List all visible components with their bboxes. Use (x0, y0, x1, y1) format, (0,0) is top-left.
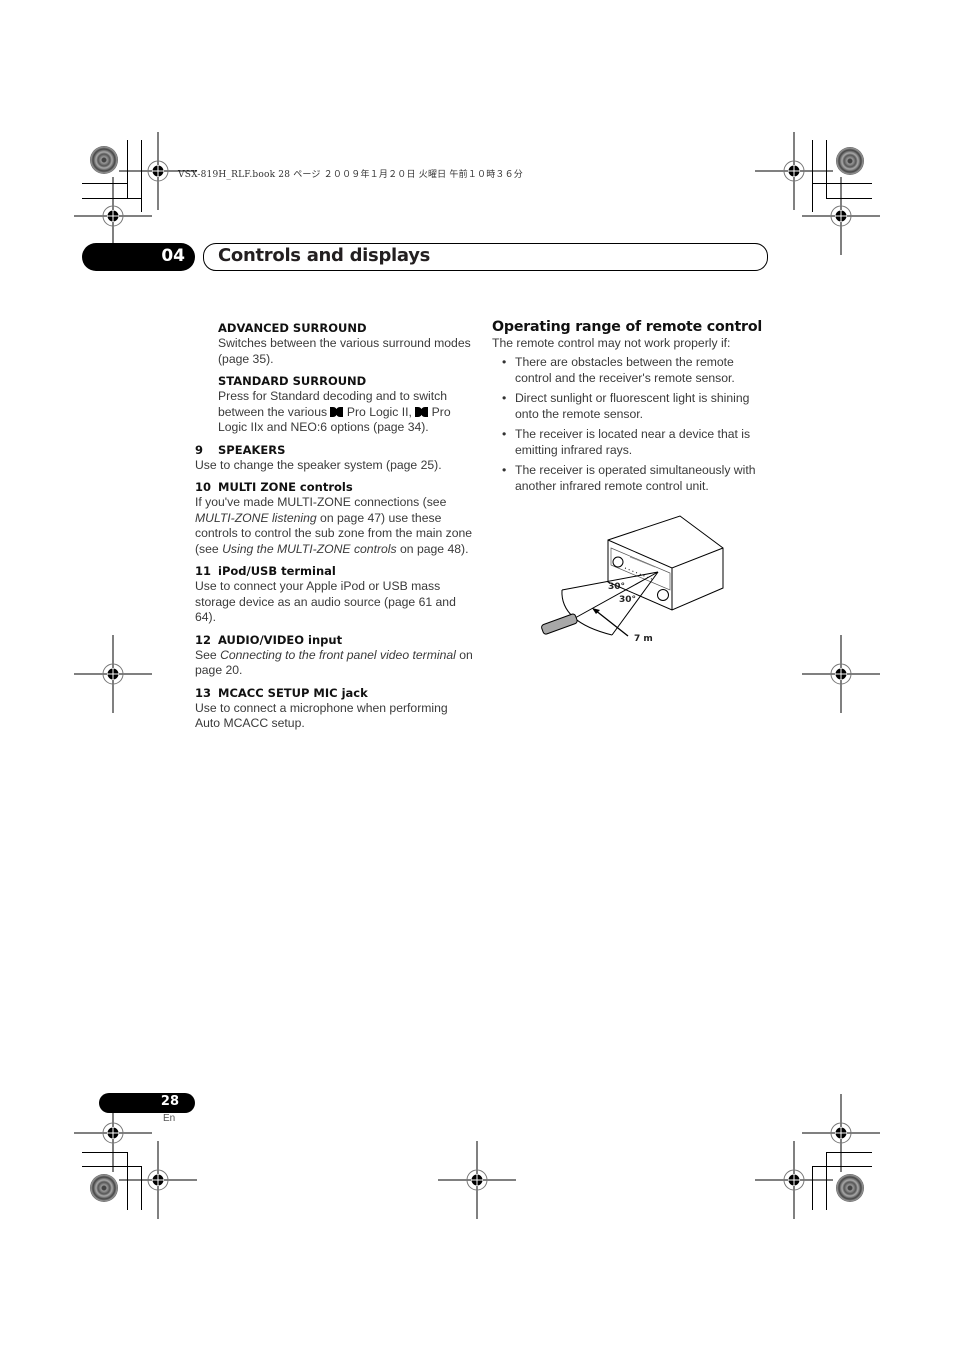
right-column: Operating range of remote control The re… (492, 319, 772, 499)
sub-item-heading: ADVANCED SURROUND (218, 321, 367, 335)
list-item: Direct sunlight or fluorescent light is … (492, 391, 772, 422)
item-speakers: 9 SPEAKERS Use to change the speaker syst… (195, 443, 473, 474)
chapter-title-box: Controls and displays (203, 243, 768, 271)
item-title: MCACC SETUP MIC jack (218, 685, 368, 700)
section-intro: The remote control may not work properly… (492, 335, 731, 350)
text-run: See (195, 647, 221, 662)
remote-range-figure: 30° 30° 7 m (530, 510, 730, 655)
item-number: 9 (195, 442, 204, 457)
item-heading: 9 SPEAKERS (195, 443, 473, 458)
item-number: 13 (195, 685, 212, 700)
registration-mark-icon (74, 635, 152, 713)
page-number: 28 (160, 1094, 179, 1109)
item-title: iPod/USB terminal (218, 564, 336, 578)
item-text: See Connecting to the front panel video … (195, 648, 473, 679)
text-run: Pro Logic II, (343, 404, 416, 419)
item-ipod-usb: 11 iPod/USB terminal Use to connect your … (195, 564, 473, 626)
registration-mark-icon (802, 1094, 880, 1172)
chapter-number-badge: 04 (82, 243, 195, 271)
chapter-number: 04 (161, 246, 185, 266)
cross-reference: MULTI-ZONE listening (195, 510, 317, 525)
list-item: There are obstacles between the remote c… (492, 355, 772, 386)
sub-item-text: Press for Standard decoding and to switc… (218, 389, 473, 436)
item-heading: 11 iPod/USB terminal (195, 564, 473, 579)
item-audio-video-input: 12 AUDIO/VIDEO input See Connecting to th… (195, 633, 473, 679)
item-text: If you've made MULTI-ZONE connections (s… (195, 495, 473, 557)
text-run: If you've made MULTI-ZONE connections (s… (195, 495, 447, 509)
item-multi-zone: 10 MULTI ZONE controls If you've made MUL… (195, 480, 473, 557)
cross-reference: Connecting to the front panel video term… (220, 647, 456, 662)
item-text: Use to change the speaker system (page 2… (195, 457, 442, 472)
sub-item-standard-surround: STANDARD SURROUND Press for Standard dec… (218, 374, 473, 436)
rosette-icon (90, 146, 118, 174)
text-run: on page 48). (396, 541, 469, 556)
item-title: AUDIO/VIDEO input (218, 632, 343, 647)
dolby-logo-icon (330, 406, 344, 417)
bullet-list: There are obstacles between the remote c… (492, 355, 772, 494)
rosette-icon (836, 1174, 864, 1202)
distance-label: 7 m (634, 634, 653, 644)
sub-item-heading: STANDARD SURROUND (218, 374, 367, 388)
item-text: Use to connect a microphone when perform… (195, 700, 448, 731)
list-item: The receiver is located near a device th… (492, 427, 772, 458)
registration-mark-icon (119, 1141, 197, 1219)
print-header: VSX-819H_RLF.book 28 ページ ２００９年１月２０日 火曜日 … (178, 170, 524, 180)
registration-mark-icon (802, 635, 880, 713)
left-column: ADVANCED SURROUND Switches between the v… (195, 321, 473, 739)
page-number-badge: 28 (99, 1093, 195, 1113)
item-title: SPEAKERS (218, 442, 286, 457)
section-title: Operating range of remote control (492, 319, 763, 335)
item-number: 11 (195, 564, 212, 578)
rosette-icon (836, 147, 864, 175)
cross-reference: Using the MULTI-ZONE controls (222, 541, 397, 556)
sub-item-advanced-surround: ADVANCED SURROUND Switches between the v… (218, 321, 473, 367)
registration-mark-icon (438, 1141, 516, 1219)
dolby-logo-icon (415, 406, 429, 417)
receiver-illustration (541, 515, 724, 637)
angle-label-lower: 30° (619, 595, 637, 605)
item-number: 12 (195, 632, 212, 647)
list-item: The receiver is operated simultaneously … (492, 463, 772, 494)
item-number: 10 (195, 480, 212, 494)
item-heading: 10 MULTI ZONE controls (195, 480, 473, 495)
chapter-title: Controls and displays (218, 245, 431, 266)
item-mcacc-mic: 13 MCACC SETUP MIC jack Use to connect a … (195, 686, 473, 732)
item-title: MULTI ZONE controls (218, 480, 353, 494)
registration-mark-icon (802, 177, 880, 255)
sub-item-text: Switches between the various surround mo… (218, 336, 471, 366)
rosette-icon (90, 1174, 118, 1202)
item-heading: 13 MCACC SETUP MIC jack (195, 686, 473, 701)
angle-label-upper: 30° (608, 582, 626, 592)
page-language: En (163, 1113, 176, 1124)
item-heading: 12 AUDIO/VIDEO input (195, 633, 473, 648)
item-text: Use to connect your Apple iPod or USB ma… (195, 579, 456, 624)
